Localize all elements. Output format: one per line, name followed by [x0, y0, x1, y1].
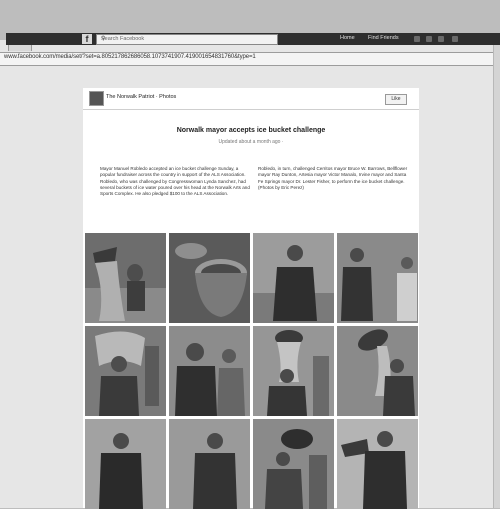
photo-thumbnail[interactable] — [253, 419, 334, 509]
nav-home-link[interactable]: Home — [340, 35, 355, 41]
photo-thumbnail[interactable] — [337, 326, 418, 416]
photo-thumbnail[interactable] — [85, 419, 166, 509]
nav-find-friends-link[interactable]: Find Friends — [368, 35, 399, 41]
page-avatar[interactable] — [89, 91, 104, 106]
facebook-search-input[interactable]: Search Facebook ⚲ — [96, 34, 278, 45]
photo-thumbnail[interactable] — [253, 326, 334, 416]
settings-icon[interactable] — [452, 36, 458, 42]
facebook-logo-icon[interactable]: f — [82, 34, 92, 44]
notifications-icon[interactable] — [438, 36, 444, 42]
photo-thumbnail[interactable] — [169, 326, 250, 416]
album-description-left: Mayor Manuel Robledo accepted an ice buc… — [100, 166, 250, 197]
album-title: Norwalk mayor accepts ice bucket challen… — [176, 127, 326, 134]
url-text: www.facebook.com/media/set/?set=a.805217… — [4, 54, 256, 60]
photo-thumbnail[interactable] — [169, 233, 250, 323]
search-icon[interactable]: ⚲ — [101, 35, 275, 42]
album-page: The Norwalk Patriot · Photos Like Norwal… — [83, 88, 419, 509]
photo-thumbnail[interactable] — [85, 326, 166, 416]
photo-thumbnail[interactable] — [253, 233, 334, 323]
friend-requests-icon[interactable] — [414, 36, 420, 42]
album-description-right: Robledo, in turn, challenged Cerritos ma… — [258, 166, 408, 190]
messages-icon[interactable] — [426, 36, 432, 42]
album-subtitle: Updated about a month ago · — [218, 139, 284, 145]
page-scrollbar[interactable] — [493, 45, 500, 508]
photo-thumbnail[interactable] — [337, 233, 418, 323]
page-header: The Norwalk Patriot · Photos Like — [83, 88, 419, 110]
photo-thumbnail[interactable] — [337, 419, 418, 509]
photo-thumbnail[interactable] — [85, 233, 166, 323]
address-bar[interactable]: www.facebook.com/media/set/?set=a.805217… — [0, 52, 500, 66]
photo-thumbnail[interactable] — [169, 419, 250, 509]
facebook-top-bar: f Search Facebook ⚲ Home Find Friends — [6, 33, 500, 45]
like-button[interactable]: Like — [385, 94, 407, 105]
page-name-link[interactable]: The Norwalk Patriot · Photos — [106, 94, 176, 100]
